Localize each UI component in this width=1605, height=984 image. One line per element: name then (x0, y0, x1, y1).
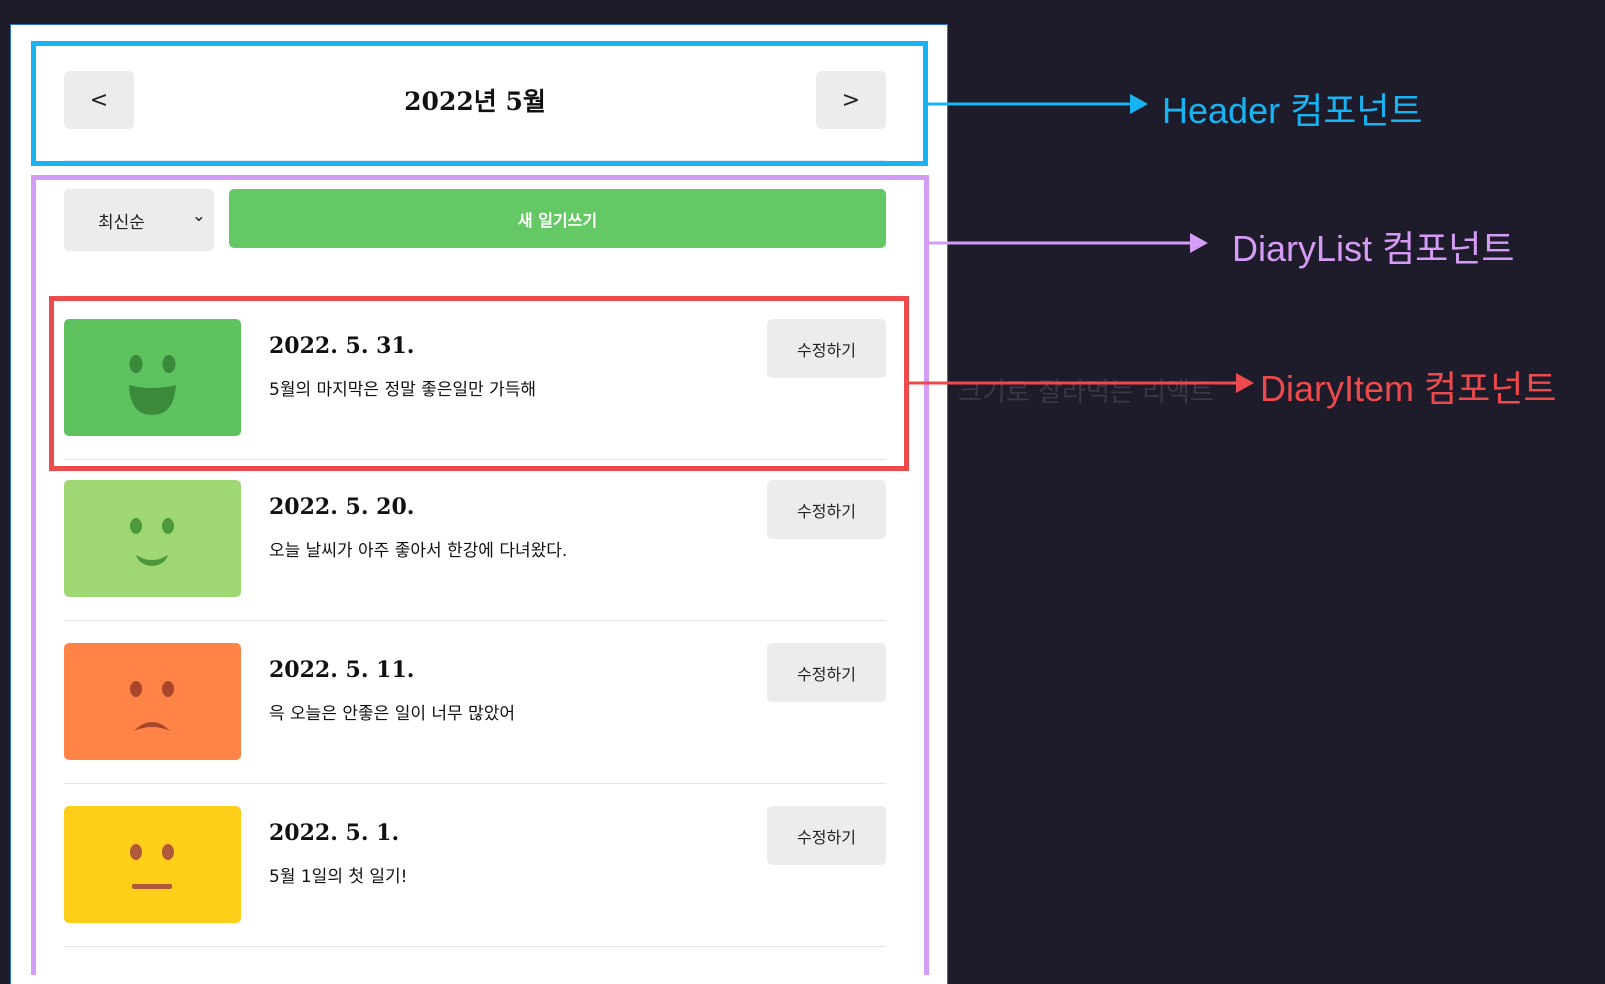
header-component-label: Header 컴포넌트 (1162, 90, 1423, 131)
diaryitem-component-label: DiaryItem 컴포넌트 (1260, 368, 1557, 409)
diarylist-component-label: DiaryList 컴포넌트 (1232, 228, 1515, 269)
annotation-arrows (909, 94, 1254, 393)
